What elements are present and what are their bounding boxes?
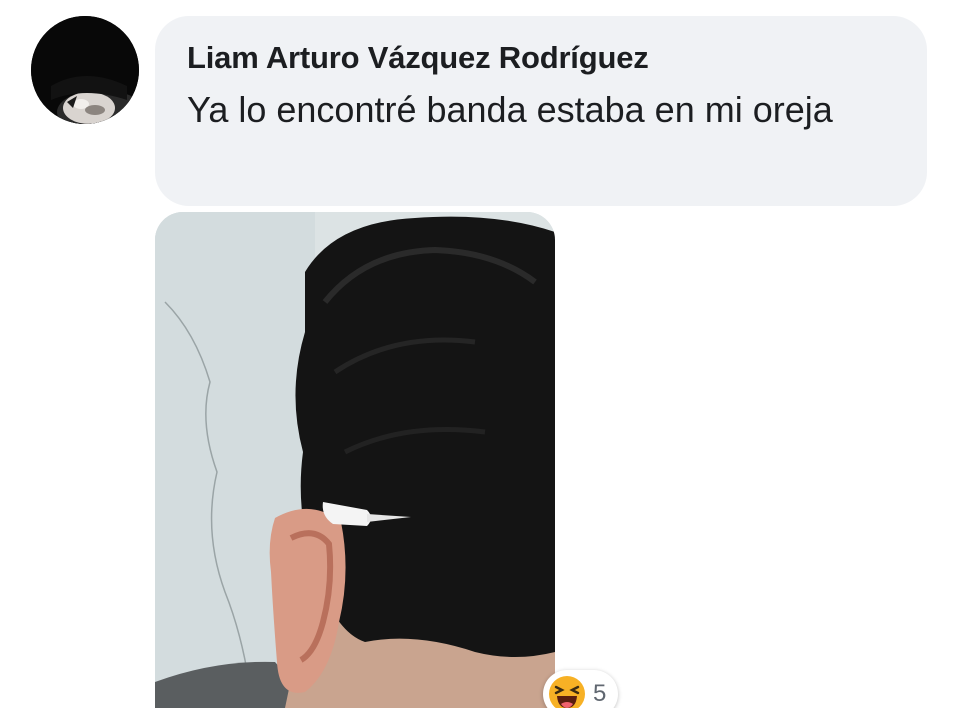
photo-image <box>155 212 555 708</box>
photo-attachment[interactable] <box>155 212 555 708</box>
avatar[interactable] <box>31 16 139 124</box>
reaction-count: 5 <box>593 680 607 707</box>
comment-text: Ya lo encontré banda estaba en mi oreja <box>187 89 833 130</box>
comment-bubble: Liam Arturo Vázquez Rodríguez Ya lo enco… <box>155 16 927 206</box>
reaction-badge[interactable]: 5 <box>543 670 619 708</box>
author-name[interactable]: Liam Arturo Vázquez Rodríguez <box>187 38 895 78</box>
profile-avatar-image <box>31 16 139 124</box>
comment: Liam Arturo Vázquez Rodríguez Ya lo enco… <box>0 0 960 708</box>
haha-emoji-icon <box>549 676 585 708</box>
